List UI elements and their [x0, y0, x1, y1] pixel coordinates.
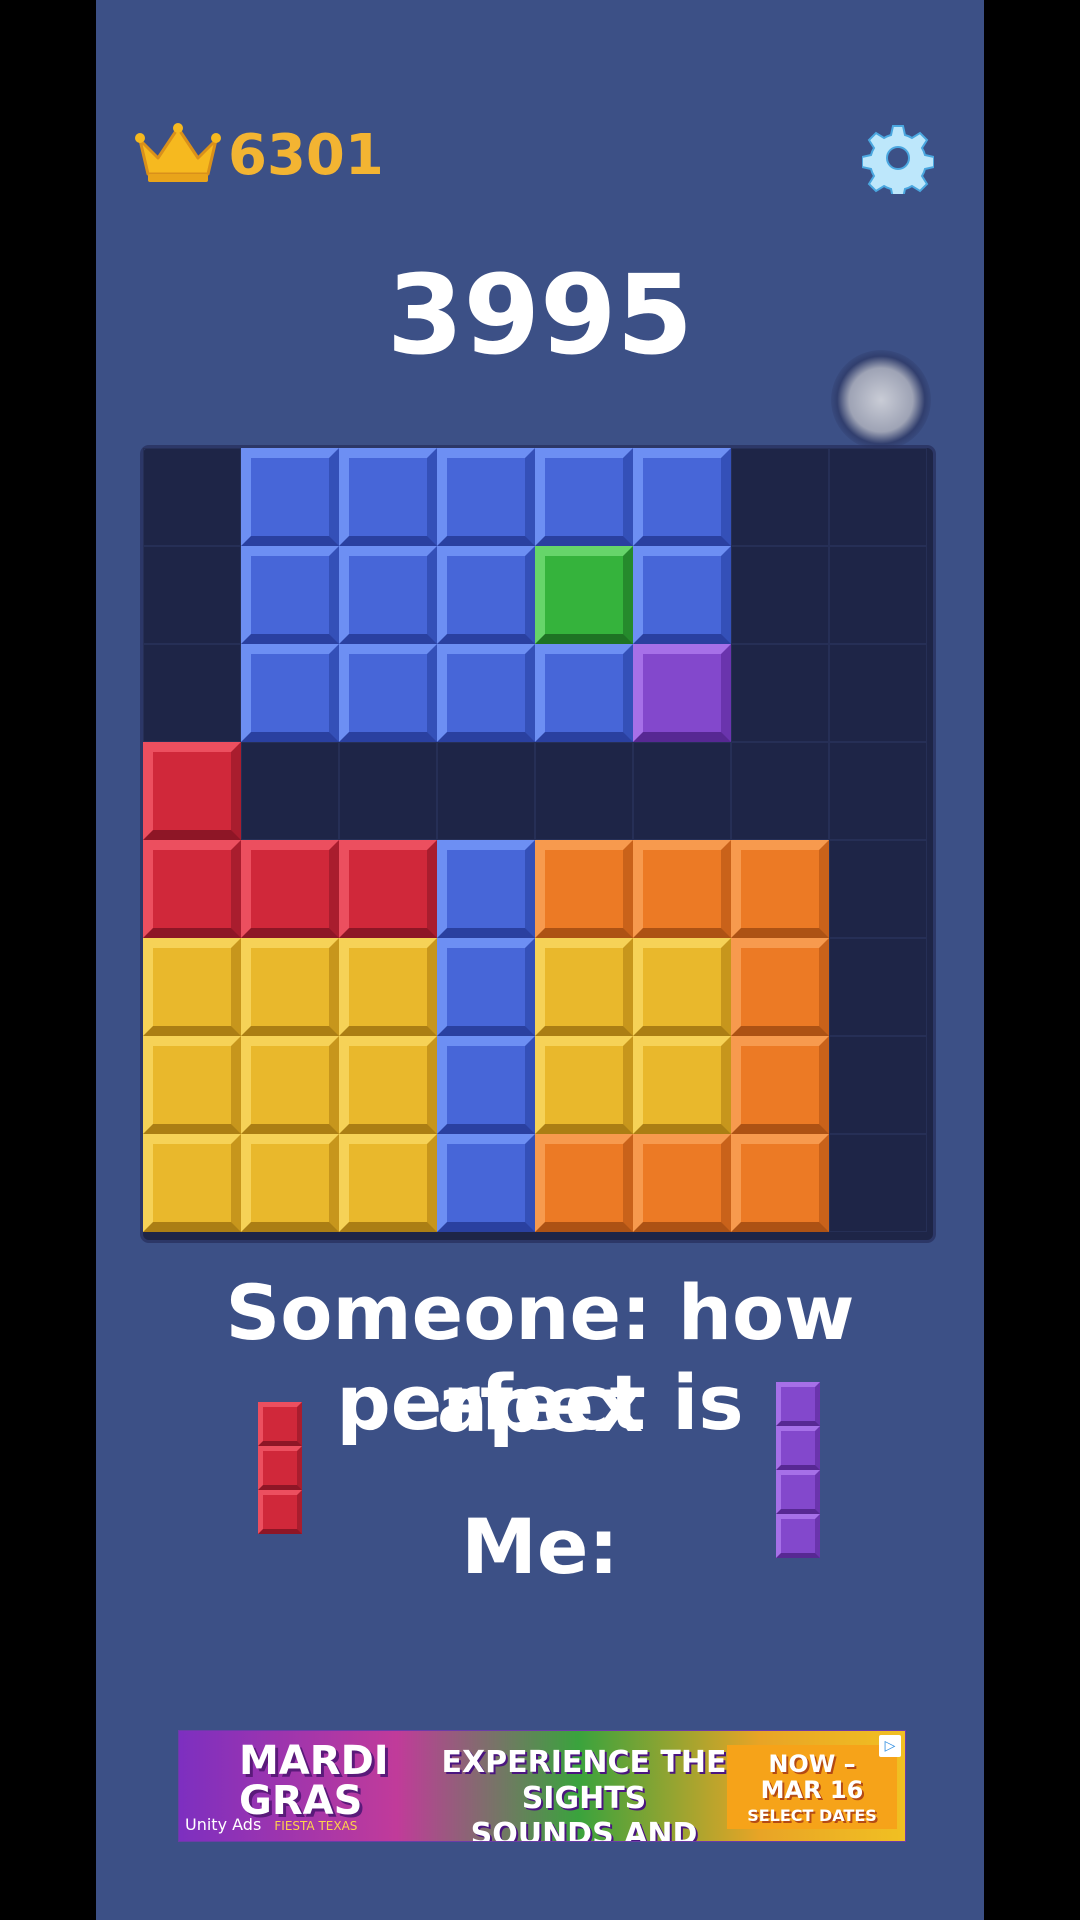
board-cell-empty	[829, 938, 927, 1036]
board-cell-empty	[535, 742, 633, 840]
board-cell-blue	[437, 644, 535, 742]
board-cell-empty	[829, 1036, 927, 1134]
board-cell-empty	[829, 840, 927, 938]
board-cell-orange	[535, 840, 633, 938]
tray-piece-cell	[776, 1470, 820, 1514]
board-cell-empty	[829, 1134, 927, 1232]
ad-dates-line-1: NOW –	[768, 1750, 856, 1778]
board-cell-blue	[535, 644, 633, 742]
board-cell-blue	[437, 840, 535, 938]
board-cell-empty	[829, 546, 927, 644]
board-cell-yellow	[143, 1134, 241, 1232]
ad-choices-icon[interactable]: ▷	[879, 1735, 901, 1757]
ad-title-line-1: MARDI	[239, 1738, 389, 1784]
board-cell-yellow	[633, 938, 731, 1036]
tray-piece-cell	[776, 1382, 820, 1426]
ad-dates-line-3: SELECT DATES	[747, 1806, 877, 1825]
board-cell-empty	[731, 448, 829, 546]
board-cell-empty	[241, 742, 339, 840]
board-cell-orange	[731, 1134, 829, 1232]
board-cell-orange	[731, 1036, 829, 1134]
ad-tagline-line-2: SOUNDS AND TASTES	[470, 1817, 698, 1842]
touch-indicator	[831, 350, 931, 450]
board-cell-yellow	[339, 1036, 437, 1134]
board-cell-yellow	[339, 1134, 437, 1232]
tray-piece-cell	[258, 1402, 302, 1446]
board-cell-orange	[633, 840, 731, 938]
tray-piece-cell	[258, 1490, 302, 1534]
tray-piece-cell	[776, 1514, 820, 1558]
ad-provider-label: Unity Ads FIESTA TEXAS	[185, 1815, 357, 1834]
board-cell-yellow	[143, 938, 241, 1036]
board-cell-blue	[339, 546, 437, 644]
board-cell-blue	[437, 1036, 535, 1134]
ad-title: MARDI GRAS	[239, 1741, 389, 1821]
board-cell-yellow	[339, 938, 437, 1036]
board-cell-empty	[143, 546, 241, 644]
board-cell-blue	[437, 546, 535, 644]
board-cell-empty	[829, 742, 927, 840]
board-cell-yellow	[633, 1036, 731, 1134]
caption-line-3: Me:	[461, 1502, 619, 1591]
gear-icon[interactable]	[862, 122, 934, 194]
ad-tagline: EXPERIENCE THE SIGHTS SOUNDS AND TASTES	[439, 1745, 729, 1842]
board-cell-red	[339, 840, 437, 938]
board-cell-empty	[437, 742, 535, 840]
game-board[interactable]	[143, 448, 933, 1240]
board-cell-blue	[241, 644, 339, 742]
board-cell-blue	[339, 644, 437, 742]
board-cell-empty	[829, 644, 927, 742]
board-cell-yellow	[143, 1036, 241, 1134]
board-cell-empty	[633, 742, 731, 840]
ad-provider: Unity Ads	[185, 1815, 262, 1834]
board-cell-yellow	[241, 1134, 339, 1232]
board-cell-green	[535, 546, 633, 644]
board-cell-red	[143, 840, 241, 938]
board-cell-orange	[731, 938, 829, 1036]
board-cell-empty	[731, 742, 829, 840]
tray-piece-cell	[776, 1426, 820, 1470]
board-cell-blue	[339, 448, 437, 546]
board-cell-empty	[339, 742, 437, 840]
board-cell-empty	[731, 644, 829, 742]
board-cell-blue	[437, 938, 535, 1036]
caption-line-2: apex	[436, 1360, 644, 1449]
board-cell-blue	[633, 546, 731, 644]
board-cell-orange	[535, 1134, 633, 1232]
board-cell-empty	[731, 546, 829, 644]
ad-tagline-line-1: EXPERIENCE THE SIGHTS	[441, 1745, 727, 1816]
board-cell-yellow	[535, 938, 633, 1036]
board-cell-blue	[437, 1134, 535, 1232]
board-cell-blue	[437, 448, 535, 546]
board-cell-orange	[633, 1134, 731, 1232]
board-cell-empty	[829, 448, 927, 546]
board-cell-empty	[143, 448, 241, 546]
board-cell-yellow	[535, 1036, 633, 1134]
board-cell-yellow	[241, 1036, 339, 1134]
board-cell-empty	[143, 644, 241, 742]
board-cell-orange	[731, 840, 829, 938]
board-cell-red	[143, 742, 241, 840]
board-cell-blue	[535, 448, 633, 546]
board-cell-yellow	[241, 938, 339, 1036]
ad-banner[interactable]: MARDI GRAS EXPERIENCE THE SIGHTS SOUNDS …	[178, 1730, 906, 1842]
board-cell-blue	[633, 448, 731, 546]
crown-icon	[135, 123, 221, 182]
ad-dates-line-2: MAR 16	[760, 1776, 864, 1804]
game-screen: 6301 3995 Someone: how perfect is apex M…	[96, 0, 984, 1920]
board-cell-blue	[241, 448, 339, 546]
tray-piece-cell	[258, 1446, 302, 1490]
board-cell-purple	[633, 644, 731, 742]
best-score: 6301	[228, 123, 384, 188]
ad-dates: NOW – MAR 16 SELECT DATES	[727, 1745, 897, 1829]
board-cell-red	[241, 840, 339, 938]
ad-venue: FIESTA TEXAS	[274, 1819, 358, 1833]
board-cell-blue	[241, 546, 339, 644]
